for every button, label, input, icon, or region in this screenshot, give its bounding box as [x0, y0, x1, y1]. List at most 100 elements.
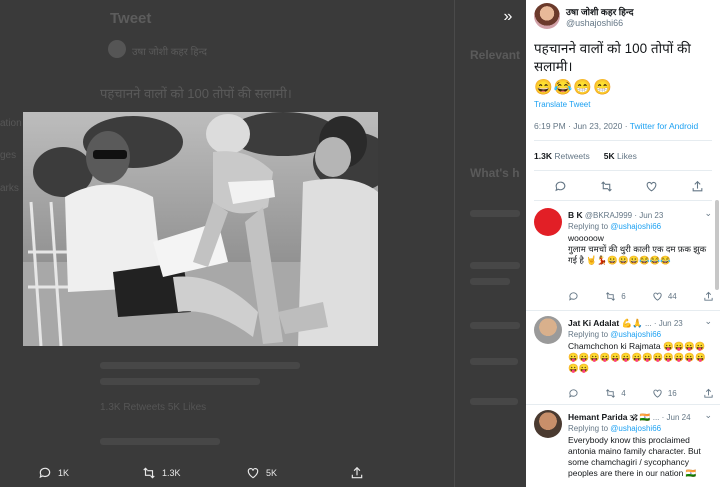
share-icon [704, 291, 713, 301]
background-sidebar: Relevant What's h [466, 0, 526, 487]
like-count: 16 [667, 389, 677, 398]
reply-button[interactable] [568, 291, 579, 302]
reply-actions: 4 16 [568, 388, 714, 399]
scrollbar[interactable] [715, 0, 719, 487]
replying-to-handle[interactable]: @ushajoshi66 [610, 424, 661, 433]
reply-item[interactable]: Jat Ki Adalat 💪🙏 ... · Jun 23 ⌄ Replying… [526, 316, 720, 406]
reply-author-name[interactable]: B K [568, 210, 583, 220]
divider [534, 140, 712, 141]
scrollbar-thumb[interactable] [715, 200, 719, 290]
like-count: 5K [266, 468, 278, 478]
tweet-time[interactable]: 6:19 PM · Jun 23, 2020 · [534, 121, 630, 131]
reply-header: Hemant Parida 🕉 🇮🇳 ... · Jun 24 [568, 412, 716, 423]
divider [526, 404, 720, 405]
share-button[interactable] [703, 291, 714, 302]
background-tweet-text: पहचानने वालों को 100 तोपों की सलामी। [100, 86, 292, 101]
divider [534, 200, 712, 201]
like-button[interactable]: 16 [652, 388, 677, 399]
heart-icon [653, 292, 662, 301]
reply-date: · Jun 23 [634, 211, 664, 220]
share-icon [351, 466, 363, 479]
share-button[interactable] [703, 388, 714, 399]
retweet-icon [606, 389, 616, 398]
background-stats: 1.3K Retweets 5K Likes [100, 402, 207, 413]
reply-icon [39, 467, 51, 479]
retweet-button[interactable]: 4 [605, 388, 626, 399]
reply-button[interactable]: 1K [38, 466, 69, 480]
like-button[interactable]: 44 [652, 291, 677, 302]
avatar[interactable] [534, 3, 560, 29]
reply-text: Chamchchon ki Rajmata 😛😛😛😛😛😛😛😛😛😛😛😛😛😛😛😛😛😛… [568, 341, 706, 373]
chevron-down-icon[interactable]: ⌄ [704, 208, 712, 219]
background-author-name: उषा जोशी कहर हिन्द [132, 47, 207, 58]
retweet-count: 1.3K [162, 468, 181, 478]
tweet-stats: 1.3K Retweets 5K Likes [534, 151, 637, 161]
background-header-title: Tweet [110, 10, 152, 27]
tweet-photo[interactable] [23, 112, 378, 346]
background-sidebar-title: Relevant [470, 48, 521, 62]
reply-author-name[interactable]: Jat Ki Adalat 💪🙏 [568, 318, 643, 328]
likes-stat[interactable]: 5K Likes [604, 151, 637, 161]
retweet-icon [606, 292, 616, 301]
likes-label: Likes [617, 151, 637, 161]
tweet-author[interactable]: उषा जोशी कहर हिन्द @ushajoshi66 [534, 2, 633, 30]
share-icon[interactable] [691, 180, 704, 193]
reply-header: Jat Ki Adalat 💪🙏 ... · Jun 23 [568, 318, 716, 329]
author-handle[interactable]: @ushajoshi66 [566, 18, 633, 28]
avatar[interactable] [534, 316, 562, 344]
background-avatar [108, 40, 126, 58]
author-name[interactable]: उषा जोशी कहर हिन्द [566, 5, 633, 18]
photo-image [23, 112, 378, 346]
divider [526, 310, 720, 311]
heart-icon [653, 389, 662, 398]
chevron-down-icon[interactable]: ⌄ [704, 410, 712, 421]
chevron-down-icon[interactable]: ⌄ [704, 316, 712, 327]
tweet-timestamp: 6:19 PM · Jun 23, 2020 · Twitter for And… [534, 121, 698, 131]
tweet-detail-panel: उषा जोशी कहर हिन्द @ushajoshi66 पहचानने … [526, 0, 720, 487]
replying-to-handle[interactable]: @ushajoshi66 [610, 222, 661, 231]
share-icon [704, 388, 713, 398]
reply-date: · Jun 24 [661, 413, 691, 422]
reply-date: · Jun 23 [653, 319, 683, 328]
retweet-button[interactable]: 1.3K [142, 466, 181, 480]
reply-author-handle[interactable]: ... [645, 319, 652, 328]
like-button[interactable]: 5K [246, 466, 277, 480]
reply-icon [569, 389, 578, 398]
reply-button[interactable] [568, 388, 579, 399]
tweet-source[interactable]: Twitter for Android [630, 121, 699, 131]
tweet-text: पहचानने वालों को 100 तोपों की सलामी। [534, 41, 691, 74]
reply-actions: 6 44 [568, 291, 714, 302]
retweets-label: Retweets [554, 151, 590, 161]
reply-item[interactable]: B K @BKRAJ999 · Jun 23 ⌄ Replying to @us… [526, 208, 720, 308]
media-action-bar: 1K 1.3K 5K [0, 460, 526, 487]
replying-to-handle[interactable]: @ushajoshi66 [610, 330, 661, 339]
heart-icon[interactable] [645, 180, 658, 193]
reply-item[interactable]: Hemant Parida 🕉 🇮🇳 ... · Jun 24 ⌄ Replyi… [526, 410, 720, 487]
reply-author-handle[interactable]: @BKRAJ999 [585, 211, 632, 220]
reply-author-name[interactable]: Hemant Parida 🕉 🇮🇳 [568, 412, 650, 422]
translate-tweet-link[interactable]: Translate Tweet [534, 100, 590, 109]
reply-icon [569, 292, 578, 301]
divider [534, 170, 712, 171]
retweet-button[interactable]: 6 [605, 291, 626, 302]
avatar[interactable] [534, 410, 562, 438]
reply-text: Everybody know this proclaimed antonia m… [568, 435, 701, 478]
heart-icon [247, 468, 259, 479]
reply-author-handle[interactable]: ... [653, 413, 660, 422]
tweet-actions [554, 180, 704, 193]
retweet-icon[interactable] [600, 180, 613, 193]
double-chevron-right-icon[interactable]: » [497, 6, 519, 28]
retweets-stat[interactable]: 1.3K Retweets [534, 151, 590, 161]
share-button[interactable] [350, 466, 364, 480]
background-sidebar-title: What's h [470, 166, 520, 180]
like-count: 44 [667, 292, 677, 301]
replying-to: Replying to @ushajoshi66 [568, 330, 662, 339]
retweet-count: 6 [621, 292, 626, 301]
retweet-count: 4 [621, 389, 626, 398]
replying-to: Replying to @ushajoshi66 [568, 222, 662, 231]
retweet-icon [143, 467, 155, 479]
reply-icon[interactable] [554, 180, 567, 193]
avatar[interactable] [534, 208, 562, 236]
reply-text: wooooow गुलाम चमचों की थुरी काली एक दम फ… [568, 233, 707, 265]
likes-count: 5K [603, 151, 615, 161]
